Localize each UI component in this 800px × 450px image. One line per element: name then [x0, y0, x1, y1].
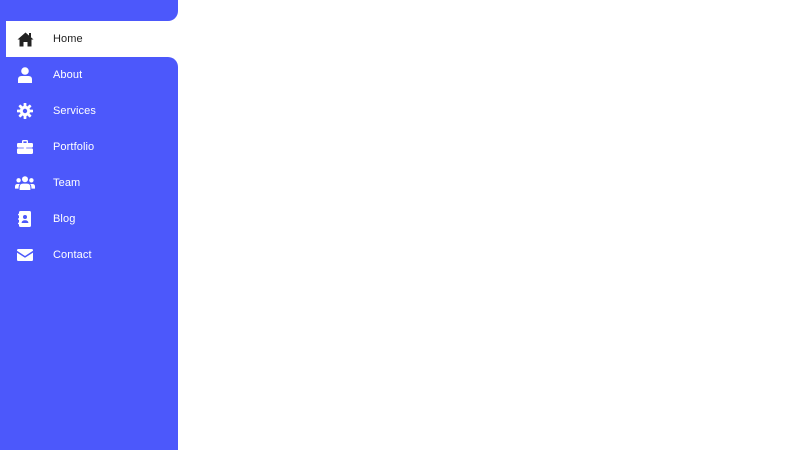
sidebar-item-about[interactable]: About — [0, 57, 178, 93]
home-icon — [6, 32, 44, 47]
sidebar-item-label: Team — [53, 177, 81, 189]
users-icon — [0, 176, 50, 190]
user-icon — [0, 67, 50, 83]
sidebar-item-blog[interactable]: Blog — [0, 201, 178, 237]
sidebar-item-portfolio[interactable]: Portfolio — [0, 129, 178, 165]
envelope-icon — [0, 249, 50, 261]
sidebar-item-home[interactable]: Home — [0, 21, 178, 57]
gear-icon — [0, 103, 50, 119]
sidebar-item-label: Home — [53, 33, 83, 45]
address-book-icon — [0, 211, 50, 227]
briefcase-icon — [0, 140, 50, 154]
sidebar-item-label: Contact — [53, 249, 92, 261]
sidebar: Home About Services Portfolio Team Blog … — [0, 0, 178, 450]
sidebar-item-label: Services — [53, 105, 96, 117]
sidebar-item-services[interactable]: Services — [0, 93, 178, 129]
sidebar-top — [0, 0, 178, 21]
main-content — [178, 0, 800, 450]
sidebar-item-contact[interactable]: Contact — [0, 237, 178, 273]
sidebar-item-team[interactable]: Team — [0, 165, 178, 201]
sidebar-item-label: Blog — [53, 213, 76, 225]
sidebar-fill — [0, 273, 178, 450]
sidebar-item-label: Portfolio — [53, 141, 95, 153]
sidebar-nav: Home About Services Portfolio Team Blog … — [0, 21, 178, 273]
sidebar-item-label: About — [53, 69, 83, 81]
